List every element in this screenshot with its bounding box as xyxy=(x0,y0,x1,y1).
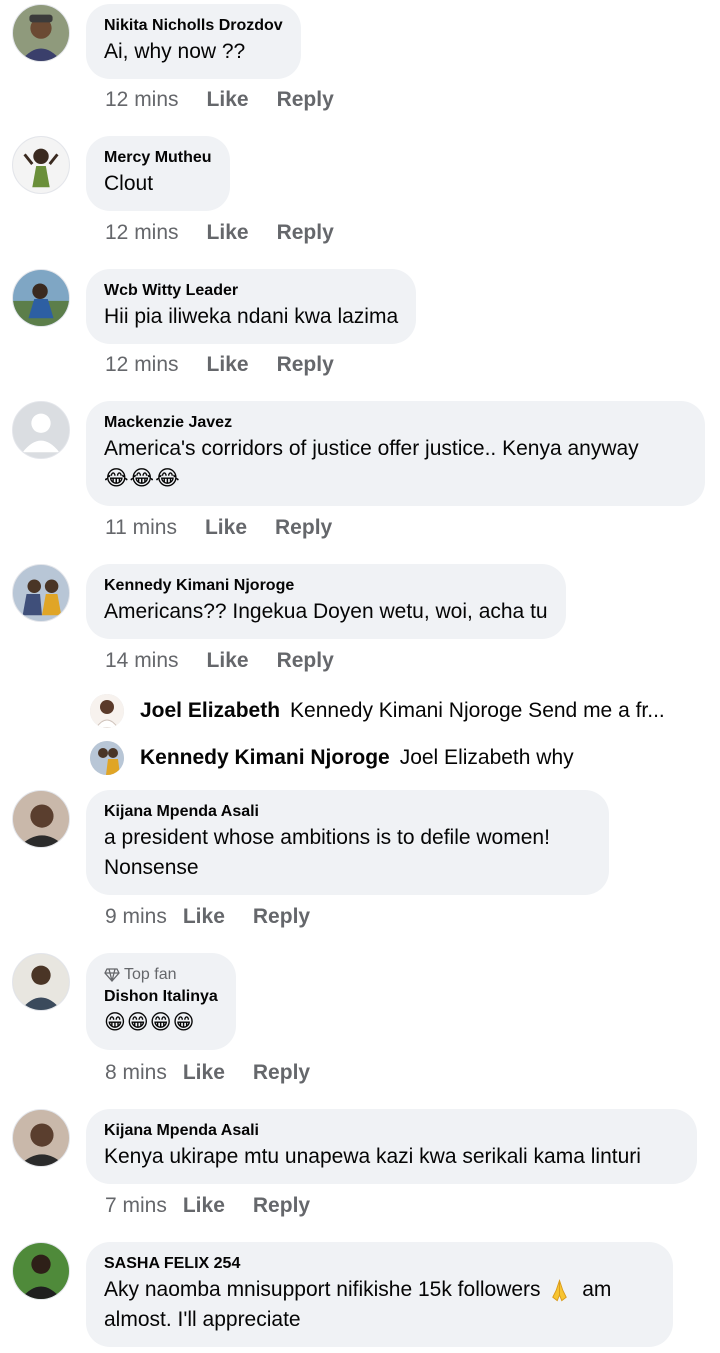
default-avatar-icon[interactable] xyxy=(12,401,70,459)
avatar[interactable] xyxy=(12,564,70,622)
avatar[interactable] xyxy=(12,1242,70,1300)
comment-text: Americans?? Ingekua Doyen wetu, woi, ach… xyxy=(104,600,548,623)
reply-button[interactable]: Reply xyxy=(277,649,334,673)
comment-text: Ai, why now ?? xyxy=(104,40,246,63)
comment-author[interactable]: Wcb Witty Leader xyxy=(104,280,398,302)
reply-author[interactable]: Kennedy Kimani Njoroge xyxy=(140,746,390,770)
diamond-icon xyxy=(104,968,120,982)
comment-time[interactable]: 12 mins xyxy=(105,353,179,377)
reply-preview[interactable]: Joel Elizabeth Kennedy Kimani Njoroge Se… xyxy=(90,693,665,729)
avatar[interactable] xyxy=(12,1109,70,1167)
comment-bubble[interactable]: Kennedy Kimani Njoroge Americans?? Ingek… xyxy=(86,564,566,639)
top-fan-label: Top fan xyxy=(124,966,177,983)
reply-text: Joel Elizabeth why xyxy=(399,746,574,769)
like-button[interactable]: Like xyxy=(207,221,249,245)
avatar[interactable] xyxy=(12,790,70,848)
comment-text: Kenya ukirape mtu unapewa kazi kwa serik… xyxy=(104,1145,641,1168)
reply-button[interactable]: Reply xyxy=(253,905,310,929)
like-button[interactable]: Like xyxy=(183,1061,225,1085)
avatar[interactable] xyxy=(12,269,70,327)
reply-button[interactable]: Reply xyxy=(277,353,334,377)
reply-text: Kennedy Kimani Njoroge Send me a fr... xyxy=(290,699,665,722)
comment-author[interactable]: Mercy Mutheu xyxy=(104,147,212,169)
comment-time[interactable]: 14 mins xyxy=(105,649,179,673)
reply-button[interactable]: Reply xyxy=(277,88,334,112)
comment-time[interactable]: 9 mins xyxy=(105,905,167,929)
like-button[interactable]: Like xyxy=(207,88,249,112)
avatar[interactable] xyxy=(90,741,124,775)
reply-preview[interactable]: Kennedy Kimani Njoroge Joel Elizabeth wh… xyxy=(90,740,574,776)
like-button[interactable]: Like xyxy=(183,1194,225,1218)
emoji-line: 😁😁😁😁 xyxy=(104,1011,196,1034)
comment-author[interactable]: Dishon Italinya xyxy=(104,986,218,1008)
comment-text-part: Aky naomba mnisupport nifikishe 15k foll… xyxy=(104,1278,541,1301)
comment-time[interactable]: 11 mins xyxy=(105,516,177,540)
comment-time[interactable]: 8 mins xyxy=(105,1061,167,1085)
comment-text: Aky naomba mnisupport nifikishe 15k foll… xyxy=(104,1275,655,1305)
comment-author[interactable]: Kijana Mpenda Asali xyxy=(104,1120,679,1142)
comment-time[interactable]: 7 mins xyxy=(105,1194,167,1218)
comment-text: Clout xyxy=(104,172,154,195)
reply-button[interactable]: Reply xyxy=(275,516,332,540)
comment-text: America's corridors of justice offer jus… xyxy=(104,437,639,460)
reply-button[interactable]: Reply xyxy=(253,1061,310,1085)
comment-text: Nonsense xyxy=(104,856,199,879)
comment-text: a president whose ambitions is to defile… xyxy=(104,826,550,849)
comment-bubble[interactable]: Wcb Witty Leader Hii pia iliweka ndani k… xyxy=(86,269,417,344)
comment-text: almost. I'll appreciate xyxy=(104,1308,301,1331)
comment-bubble[interactable]: Top fan Dishon Italinya 😁😁😁😁 xyxy=(86,953,236,1050)
comment-bubble[interactable]: Nikita Nicholls Drozdov Ai, why now ?? xyxy=(86,4,301,79)
comment-author[interactable]: SASHA FELIX 254 xyxy=(104,1253,655,1275)
comment-time[interactable]: 12 mins xyxy=(105,221,179,245)
folded-hands-emoji xyxy=(552,1278,568,1302)
like-button[interactable]: Like xyxy=(205,516,247,540)
like-button[interactable]: Like xyxy=(183,905,225,929)
comment-author[interactable]: Mackenzie Javez xyxy=(104,412,687,434)
comment-bubble[interactable]: Mercy Mutheu Clout xyxy=(86,136,230,211)
avatar[interactable] xyxy=(12,136,70,194)
comment-bubble[interactable]: SASHA FELIX 254 Aky naomba mnisupport ni… xyxy=(86,1242,673,1347)
reply-author[interactable]: Joel Elizabeth xyxy=(140,699,280,723)
comment-text-part: am xyxy=(582,1278,612,1301)
avatar[interactable] xyxy=(12,953,70,1011)
avatar[interactable] xyxy=(90,694,124,728)
comment-bubble[interactable]: Mackenzie Javez America's corridors of j… xyxy=(86,401,705,506)
comment-bubble[interactable]: Kijana Mpenda Asali a president whose am… xyxy=(86,790,609,895)
comment-text: Hii pia iliweka ndani kwa lazima xyxy=(104,305,399,328)
emoji-line: 😂😂😂 xyxy=(104,467,181,490)
like-button[interactable]: Like xyxy=(207,353,249,377)
comment-author[interactable]: Nikita Nicholls Drozdov xyxy=(104,15,283,37)
like-button[interactable]: Like xyxy=(207,649,249,673)
avatar[interactable] xyxy=(12,4,70,62)
reply-button[interactable]: Reply xyxy=(277,221,334,245)
comment-author[interactable]: Kennedy Kimani Njoroge xyxy=(104,575,548,597)
comment-time[interactable]: 12 mins xyxy=(105,88,179,112)
top-fan-badge: Top fan xyxy=(104,964,218,986)
comment-author[interactable]: Kijana Mpenda Asali xyxy=(104,801,591,823)
reply-button[interactable]: Reply xyxy=(253,1194,310,1218)
comment-bubble[interactable]: Kijana Mpenda Asali Kenya ukirape mtu un… xyxy=(86,1109,697,1184)
